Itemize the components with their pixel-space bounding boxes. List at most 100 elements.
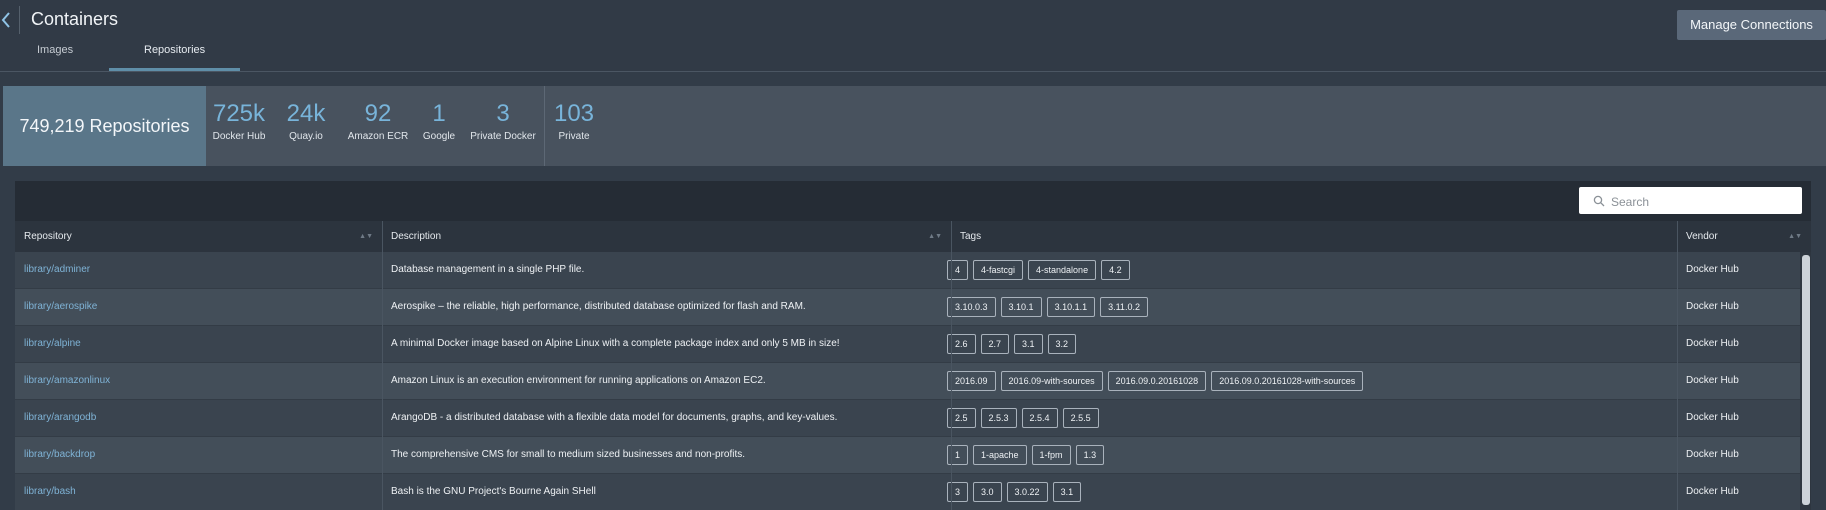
column-divider [382,221,383,510]
sort-icon: ▲▼ [359,233,373,240]
repository-stats-bar: 749,219 Repositories 725k Docker Hub 24k… [3,86,1826,166]
repository-link[interactable]: library/aerospike [24,289,97,325]
tag-chip[interactable]: 1.3 [1075,445,1105,465]
repository-description: Aerospike – the reliable, high performan… [391,301,806,312]
table-row[interactable]: library/aerospike Aerospike – the reliab… [15,289,1800,326]
stat-amazon-ecr[interactable]: 92 Amazon ECR [342,100,414,142]
stat-value: 24k [286,100,326,127]
stat-label: Private Docker [470,131,536,142]
scrollbar-thumb[interactable] [1802,255,1810,505]
column-label: Repository [24,231,72,242]
tag-list: 2.5 2.5.3 2.5.4 2.5.5 [947,408,1099,428]
stat-value: 1 [432,100,446,127]
tag-chip[interactable]: 2.5.5 [1062,408,1099,428]
table-toolbar [15,181,1811,221]
chevron-left-icon [1,12,10,28]
repository-link[interactable]: library/arangodb [24,400,96,436]
repository-description: Database management in a single PHP file… [391,264,585,275]
vendor-name: Docker Hub [1686,486,1739,497]
table-row[interactable]: library/bash Bash is the GNU Project's B… [15,474,1800,510]
tag-chip[interactable]: 2.5.3 [980,408,1017,428]
header-divider [0,71,1826,72]
column-divider [1677,221,1678,510]
stat-value: 725k [212,100,266,127]
page-title: Containers [31,9,119,29]
table-header: Repository ▲▼ Description ▲▼ Tags Vendor… [15,221,1811,252]
stat-value: 92 [364,100,392,127]
tag-chip[interactable]: 4.2 [1101,260,1130,280]
top-bar: Containers Images Repositories Manage Co… [0,0,1826,72]
tag-chip[interactable]: 3.10.1 [1000,297,1042,317]
column-header-repository[interactable]: Repository ▲▼ [15,221,382,252]
table-body: library/adminer Database management in a… [15,252,1800,510]
search-input[interactable] [1609,187,1798,216]
total-repositories: 749,219 Repositories [3,86,206,166]
stat-google[interactable]: 1 Google [419,100,459,142]
column-header-vendor[interactable]: Vendor ▲▼ [1677,221,1811,252]
tab-images[interactable]: Images [37,44,73,56]
column-header-description[interactable]: Description ▲▼ [382,221,951,252]
stat-private[interactable]: 103 Private [552,100,596,142]
stats-divider [544,86,545,166]
sort-icon: ▲▼ [928,233,942,240]
repository-description: Bash is the GNU Project's Bourne Again S… [391,486,596,497]
vendor-name: Docker Hub [1686,301,1739,312]
tag-chip[interactable]: 3.0.22 [1006,482,1048,502]
tag-list: 2016.09 2016.09-with-sources 2016.09.0.2… [947,371,1364,391]
stat-value: 3 [496,100,510,127]
repository-description: A minimal Docker image based on Alpine L… [391,338,840,349]
repository-link[interactable]: library/amazonlinux [24,363,110,399]
table-row[interactable]: library/arangodb ArangoDB - a distribute… [15,400,1800,437]
tag-chip[interactable]: 2016.09.0.20161028 [1107,371,1207,391]
tab-repositories[interactable]: Repositories [144,44,205,56]
manage-connections-button[interactable]: Manage Connections [1677,10,1826,40]
stat-label: Quay.io [289,131,323,142]
repositories-panel: Repository ▲▼ Description ▲▼ Tags Vendor… [15,181,1811,510]
tag-chip[interactable]: 2.5.4 [1021,408,1058,428]
tag-chip[interactable]: 3.11.0.2 [1100,297,1148,317]
tag-chip[interactable]: 1-fpm [1031,445,1071,465]
tag-chip[interactable]: 3.10.1.1 [1046,297,1096,317]
tag-chip[interactable]: 3.10.0.3 [947,297,996,317]
vendor-name: Docker Hub [1686,264,1739,275]
tag-chip[interactable]: 3.0 [973,482,1002,502]
repository-description: ArangoDB - a distributed database with a… [391,412,838,423]
stat-private-docker[interactable]: 3 Private Docker [466,100,540,142]
table-row[interactable]: library/backdrop The comprehensive CMS f… [15,437,1800,474]
tag-list: 4 4-fastcgi 4-standalone 4.2 [947,260,1130,280]
search-icon [1593,195,1605,207]
repository-link[interactable]: library/alpine [24,326,81,362]
tag-chip[interactable]: 3.1 [1052,482,1082,502]
tag-chip[interactable]: 4-standalone [1028,260,1097,280]
column-divider [951,221,952,510]
tag-chip[interactable]: 3.2 [1047,334,1077,354]
stat-quay[interactable]: 24k Quay.io [281,100,331,142]
tag-chip[interactable]: 2016.09 [947,371,996,391]
repository-link[interactable]: library/bash [24,474,76,510]
tag-chip[interactable]: 1-apache [973,445,1027,465]
tag-chip[interactable]: 2016.09.0.20161028-with-sources [1211,371,1364,391]
repository-link[interactable]: library/adminer [24,252,90,288]
tag-list: 3 3.0 3.0.22 3.1 [947,482,1082,502]
tag-chip[interactable]: 4-fastcgi [973,260,1024,280]
repository-link[interactable]: library/backdrop [24,437,95,473]
vendor-name: Docker Hub [1686,375,1739,386]
table-row[interactable]: library/alpine A minimal Docker image ba… [15,326,1800,363]
back-button[interactable] [0,10,18,32]
column-label: Description [391,231,442,242]
tag-chip[interactable]: 2.7 [980,334,1010,354]
stat-value: 103 [553,100,595,127]
search-box[interactable] [1579,187,1802,216]
tag-list: 3.10.0.3 3.10.1 3.10.1.1 3.11.0.2 [947,297,1148,317]
sort-icon: ▲▼ [1788,233,1802,240]
tag-chip[interactable]: 2016.09-with-sources [1000,371,1103,391]
table-row[interactable]: library/amazonlinux Amazon Linux is an e… [15,363,1800,400]
column-label: Tags [960,231,982,242]
repository-description: Amazon Linux is an execution environment… [391,375,766,386]
tag-chip[interactable]: 3.1 [1014,334,1043,354]
table-row[interactable]: library/adminer Database management in a… [15,252,1800,289]
stat-docker-hub[interactable]: 725k Docker Hub [206,100,272,142]
vendor-name: Docker Hub [1686,449,1739,460]
vendor-name: Docker Hub [1686,412,1739,423]
repository-description: The comprehensive CMS for small to mediu… [391,449,746,460]
